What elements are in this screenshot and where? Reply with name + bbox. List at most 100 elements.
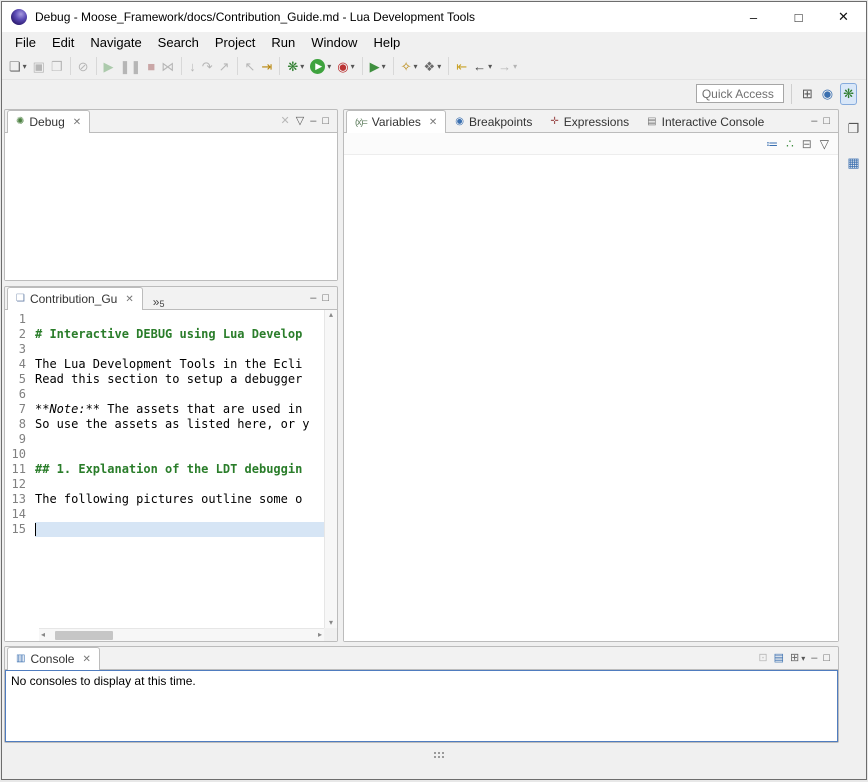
remove-all-terminated-button[interactable]: ✕ xyxy=(279,112,292,130)
minimize-panel-button[interactable]: – xyxy=(809,112,819,130)
tab-breakpoints[interactable]: ◉Breakpoints xyxy=(446,110,541,132)
menu-window[interactable]: Window xyxy=(303,33,365,52)
ldt-perspective-icon: ◉ xyxy=(822,87,833,100)
line-number[interactable]: 9 xyxy=(5,432,35,447)
back-button[interactable]: ←▾ xyxy=(471,55,494,77)
close-window-button[interactable]: ✕ xyxy=(821,2,866,32)
minimize-panel-button[interactable]: – xyxy=(809,649,819,667)
console-view-icon: ▥ xyxy=(16,654,25,664)
step-over-button[interactable]: ↷ xyxy=(200,55,215,77)
editor-overflow-tabs[interactable]: » 5 xyxy=(143,293,173,309)
scroll-down-icon[interactable]: ▾ xyxy=(327,619,335,627)
menu-file[interactable]: File xyxy=(7,33,44,52)
variables-panel-header: (x)=Variables✕◉Breakpoints✛Expressions▤I… xyxy=(344,110,838,133)
forward-button[interactable]: →▾ xyxy=(496,55,519,77)
tab-expressions[interactable]: ✛Expressions xyxy=(541,110,638,132)
step-return-button[interactable]: ↗ xyxy=(217,55,232,77)
display-selected-console-button[interactable]: ▤ xyxy=(772,649,786,667)
open-resource-button[interactable]: ❖▾ xyxy=(422,55,444,77)
horizontal-scrollbar[interactable]: ◂ ▸ xyxy=(39,628,324,641)
save-button[interactable]: ▣ xyxy=(31,55,47,77)
view-menu-button[interactable]: ▽ xyxy=(294,112,306,130)
open-perspective-button[interactable]: ⊞ xyxy=(800,83,815,105)
tab-variables[interactable]: (x)=Variables✕ xyxy=(346,110,446,133)
tab-console[interactable]: ▥ Console ✕ xyxy=(7,647,100,670)
step-into-button[interactable]: ↓ xyxy=(187,55,198,77)
collapse-all-icon: ⊟ xyxy=(802,138,812,150)
line-number[interactable]: 12 xyxy=(5,477,35,492)
line-number[interactable]: 7 xyxy=(5,402,35,417)
disconnect-button[interactable]: ⋈ xyxy=(159,55,176,77)
editor-content[interactable]: 12# Interactive DEBUG using Lua Develop3… xyxy=(5,310,337,641)
line-number[interactable]: 11 xyxy=(5,462,35,477)
show-type-names-button[interactable]: ≔ xyxy=(764,133,780,155)
console-content[interactable]: No consoles to display at this time. xyxy=(5,670,838,742)
pin-console-button[interactable]: ⊡ xyxy=(756,649,769,667)
line-number[interactable]: 10 xyxy=(5,447,35,462)
close-tab-icon[interactable]: ✕ xyxy=(125,294,133,305)
debug-perspective-button[interactable]: ❋ xyxy=(840,83,857,105)
vertical-scrollbar[interactable]: ▴ ▾ xyxy=(324,310,337,628)
debug-button[interactable]: ❋▾ xyxy=(285,55,306,77)
skip-all-breakpoints-button[interactable]: ⊘ xyxy=(76,55,91,77)
terminate-button[interactable]: ■ xyxy=(145,55,157,77)
layout-view-button[interactable]: ▦ xyxy=(845,151,861,173)
scrollbar-thumb[interactable] xyxy=(55,631,113,640)
scroll-up-icon[interactable]: ▴ xyxy=(327,311,335,319)
maximize-window-button[interactable]: □ xyxy=(776,2,821,32)
open-console-button[interactable]: ⊞▾ xyxy=(788,649,807,667)
code-area[interactable]: 12# Interactive DEBUG using Lua Develop3… xyxy=(5,310,324,628)
window-title: Debug - Moose_Framework/docs/Contributio… xyxy=(35,10,475,24)
coverage-button[interactable]: ◉▾ xyxy=(335,55,356,77)
resume-button[interactable]: ▶ xyxy=(102,55,116,77)
last-edit-location-button[interactable]: ⇤ xyxy=(454,55,469,77)
scrollbar-track[interactable] xyxy=(47,629,316,641)
line-number[interactable]: 3 xyxy=(5,342,35,357)
close-tab-icon[interactable]: ✕ xyxy=(73,117,81,128)
line-number[interactable]: 15 xyxy=(5,522,35,537)
maximize-panel-button[interactable]: □ xyxy=(320,289,331,307)
close-tab-icon[interactable]: ✕ xyxy=(82,654,90,665)
external-tools-button[interactable]: ▶▾ xyxy=(368,55,388,77)
save-all-button[interactable]: ❒ xyxy=(49,55,65,77)
line-number[interactable]: 8 xyxy=(5,417,35,432)
ldt-perspective-button[interactable]: ◉ xyxy=(820,83,835,105)
line-number[interactable]: 5 xyxy=(5,372,35,387)
run-button[interactable]: ▶▾ xyxy=(308,55,333,77)
line-number[interactable]: 14 xyxy=(5,507,35,522)
minimize-panel-button[interactable]: – xyxy=(308,112,318,130)
menu-run[interactable]: Run xyxy=(263,33,303,52)
quick-access-field[interactable]: Quick Access xyxy=(696,84,784,103)
new-wizard-button[interactable]: ✧▾ xyxy=(399,55,420,77)
maximize-panel-button[interactable]: □ xyxy=(320,112,331,130)
menu-navigate[interactable]: Navigate xyxy=(82,33,149,52)
scroll-right-icon[interactable]: ▸ xyxy=(316,631,324,639)
menu-edit[interactable]: Edit xyxy=(44,33,82,52)
line-number[interactable]: 4 xyxy=(5,357,35,372)
minimize-panel-button[interactable]: – xyxy=(308,289,318,307)
line-number[interactable]: 2 xyxy=(5,327,35,342)
collapse-all-button[interactable]: ⊟ xyxy=(800,133,814,155)
tab-interactive-console[interactable]: ▤Interactive Console xyxy=(638,110,773,132)
restore-minimized-view-button[interactable]: ❐ xyxy=(846,117,862,139)
line-number[interactable]: 6 xyxy=(5,387,35,402)
drag-handle[interactable] xyxy=(434,752,436,754)
tab-debug[interactable]: ✺ Debug ✕ xyxy=(7,110,90,133)
line-number[interactable]: 1 xyxy=(5,312,35,327)
scroll-left-icon[interactable]: ◂ xyxy=(39,631,47,639)
view-menu-button[interactable]: ▽ xyxy=(818,133,831,155)
use-step-filters-button[interactable]: ⇥ xyxy=(259,55,274,77)
minimize-window-button[interactable]: – xyxy=(731,2,776,32)
drop-to-frame-button[interactable]: ↖ xyxy=(243,55,258,77)
tab-contribution-guide[interactable]: ❏ Contribution_Gu ✕ xyxy=(7,287,143,310)
menu-help[interactable]: Help xyxy=(365,33,408,52)
maximize-panel-button[interactable]: □ xyxy=(821,649,832,667)
menu-search[interactable]: Search xyxy=(150,33,207,52)
suspend-button[interactable]: ❚❚ xyxy=(118,55,144,77)
line-number[interactable]: 13 xyxy=(5,492,35,507)
new-button[interactable]: ❏▾ xyxy=(7,55,29,77)
menu-project[interactable]: Project xyxy=(207,33,263,52)
maximize-panel-button[interactable]: □ xyxy=(821,112,832,130)
show-logical-structures-button[interactable]: ∴ xyxy=(784,133,796,155)
close-tab-icon[interactable]: ✕ xyxy=(429,117,437,128)
